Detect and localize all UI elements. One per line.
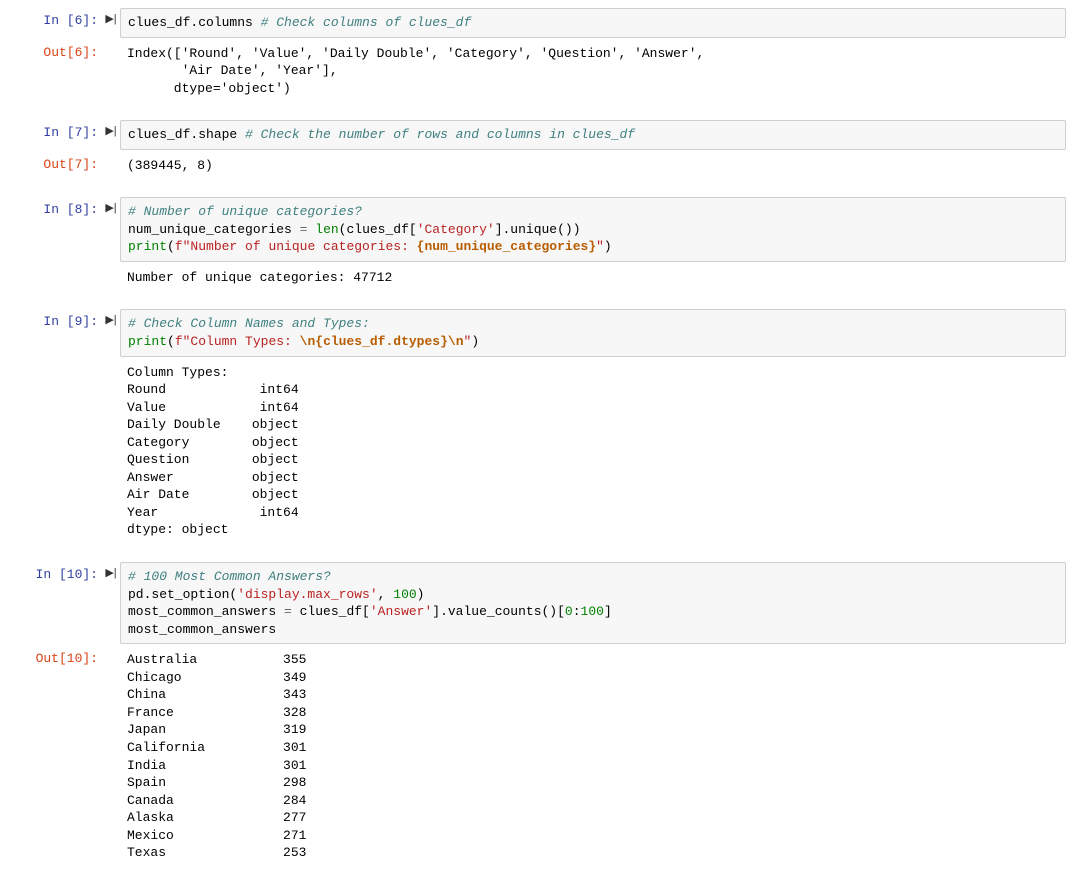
out-prompt-7: Out[7]: bbox=[8, 152, 104, 178]
output-cell-7: Out[7]: (389445, 8) bbox=[8, 152, 1066, 180]
in-prompt-7: In [7]: bbox=[8, 120, 104, 146]
input-cell-7: In [7]: ▶| clues_df.shape # Check the nu… bbox=[8, 120, 1066, 150]
code-input-7[interactable]: clues_df.shape # Check the number of row… bbox=[120, 120, 1066, 150]
run-cell-icon[interactable]: ▶| bbox=[104, 197, 118, 214]
output-text-9: Column Types: Round int64 Value int64 Da… bbox=[120, 359, 1066, 544]
in-prompt-6: In [6]: bbox=[8, 8, 104, 34]
in-prompt-9: In [9]: bbox=[8, 309, 104, 335]
output-cell-9: Column Types: Round int64 Value int64 Da… bbox=[8, 359, 1066, 544]
run-cell-icon[interactable]: ▶| bbox=[104, 8, 118, 25]
code-input-8[interactable]: # Number of unique categories? num_uniqu… bbox=[120, 197, 1066, 262]
code-input-6[interactable]: clues_df.columns # Check columns of clue… bbox=[120, 8, 1066, 38]
in-prompt-10: In [10]: bbox=[8, 562, 104, 588]
output-text-10: Australia 355 Chicago 349 China 343 Fran… bbox=[120, 646, 1066, 867]
out-prompt-10: Out[10]: bbox=[8, 646, 104, 672]
code-input-9[interactable]: # Check Column Names and Types: print(f"… bbox=[120, 309, 1066, 356]
run-cell-icon[interactable]: ▶| bbox=[104, 562, 118, 579]
input-cell-6: In [6]: ▶| clues_df.columns # Check colu… bbox=[8, 8, 1066, 38]
run-cell-icon[interactable]: ▶| bbox=[104, 120, 118, 137]
output-cell-6: Out[6]: Index(['Round', 'Value', 'Daily … bbox=[8, 40, 1066, 103]
input-cell-8: In [8]: ▶| # Number of unique categories… bbox=[8, 197, 1066, 262]
output-cell-8: Number of unique categories: 47712 bbox=[8, 264, 1066, 292]
out-prompt-6: Out[6]: bbox=[8, 40, 104, 66]
output-text-6: Index(['Round', 'Value', 'Daily Double',… bbox=[120, 40, 1066, 103]
input-cell-10: In [10]: ▶| # 100 Most Common Answers? p… bbox=[8, 562, 1066, 644]
output-text-7: (389445, 8) bbox=[120, 152, 1066, 180]
input-cell-9: In [9]: ▶| # Check Column Names and Type… bbox=[8, 309, 1066, 356]
output-cell-10: Out[10]: Australia 355 Chicago 349 China… bbox=[8, 646, 1066, 867]
output-text-8: Number of unique categories: 47712 bbox=[120, 264, 1066, 292]
run-cell-icon[interactable]: ▶| bbox=[104, 309, 118, 326]
code-input-10[interactable]: # 100 Most Common Answers? pd.set_option… bbox=[120, 562, 1066, 644]
in-prompt-8: In [8]: bbox=[8, 197, 104, 223]
